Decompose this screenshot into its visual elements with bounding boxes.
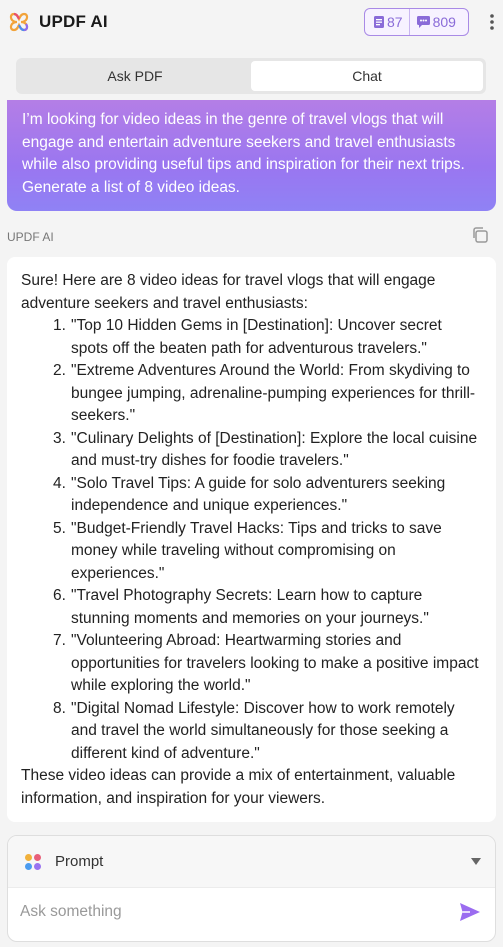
ask-input[interactable] <box>20 898 440 926</box>
document-icon <box>374 16 384 28</box>
tab-chat[interactable]: Chat <box>251 61 483 91</box>
list-item: 3. "Culinary Delights of [Destination]: E… <box>53 429 478 470</box>
ai-sender-label: UPDF AI <box>7 230 54 244</box>
tab-ask-pdf[interactable]: Ask PDF <box>19 61 251 91</box>
send-icon[interactable] <box>459 902 481 922</box>
answer-intro: Sure! Here are 8 video ideas for travel … <box>21 272 436 312</box>
user-message: I’m looking for video ideas in the genre… <box>7 100 496 211</box>
chat-quota-count: 809 <box>432 14 456 30</box>
updf-logo-icon <box>9 12 29 32</box>
list-item: 5. "Budget-Friendly Travel Hacks: Tips an… <box>53 519 442 582</box>
list-item: 4. "Solo Travel Tips: A guide for solo ad… <box>53 474 446 515</box>
app-title: UPDF AI <box>39 12 108 31</box>
answer-outro: These video ideas can provide a mix of e… <box>21 767 456 807</box>
chat-composer: Prompt <box>7 835 496 942</box>
list-item: 6. "Travel Photography Secrets: Learn how… <box>53 587 429 627</box>
video-ideas-list: 1. "Top 10 Hidden Gems in [Destination]: … <box>21 315 482 765</box>
app-header: UPDF AI 87 809 <box>0 0 503 44</box>
list-item: 7. "Volunteering Abroad: Heartwarming sto… <box>53 632 479 694</box>
chevron-down-icon[interactable] <box>471 858 481 866</box>
prompt-selector[interactable]: Prompt <box>8 836 495 888</box>
prompt-label: Prompt <box>55 853 104 870</box>
chat-quota: 809 <box>408 9 456 35</box>
doc-quota-count: 87 <box>387 14 403 30</box>
doc-quota: 87 <box>365 9 403 35</box>
list-item: 2. "Extreme Adventures Around the World: … <box>53 362 476 424</box>
list-item: 1. "Top 10 Hidden Gems in [Destination]: … <box>53 317 442 357</box>
list-item: 8. "Digital Nomad Lifestyle: Discover how… <box>53 699 455 762</box>
ai-answer: Sure! Here are 8 video ideas for travel … <box>7 257 496 822</box>
more-vertical-icon[interactable] <box>484 11 500 33</box>
copy-icon[interactable] <box>471 226 489 244</box>
chat-bubble-icon <box>416 16 430 28</box>
mode-tabs: Ask PDF Chat <box>16 58 486 94</box>
quota-badge[interactable]: 87 809 <box>364 8 469 36</box>
prompt-dots-icon <box>25 854 41 870</box>
